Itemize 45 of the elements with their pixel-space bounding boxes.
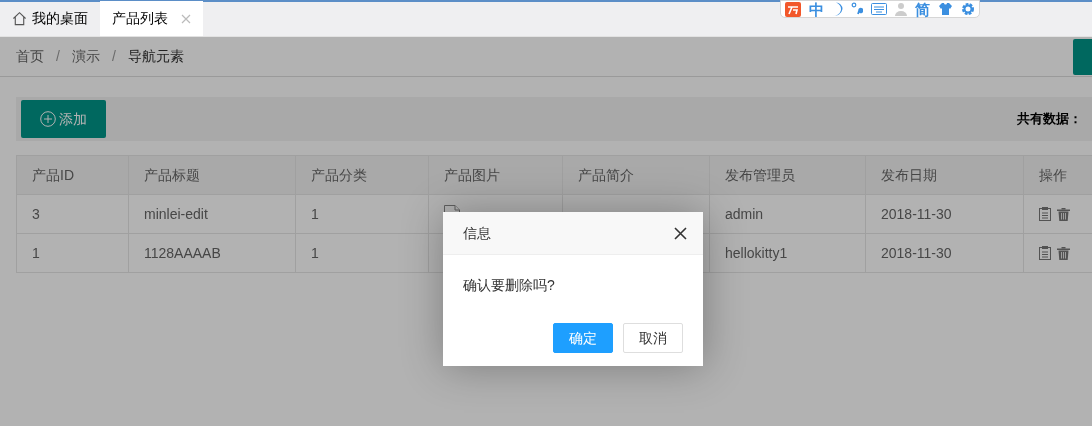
column-header: 产品分类 [295,155,429,195]
dialog-title: 信息 [463,223,491,243]
cancel-button[interactable]: 取消 [623,323,683,353]
column-header: 发布日期 [865,155,1024,195]
table-cell: 2018-11-30 [865,194,1024,234]
settings-icon[interactable] [961,2,975,16]
clipboard-icon[interactable] [1039,246,1051,260]
app-logo-icon[interactable] [785,1,801,17]
keyboard-icon[interactable] [871,3,887,15]
breadcrumb-link[interactable]: 演示 [71,46,100,67]
shirt-icon[interactable] [938,2,953,16]
table-cell: admin [709,194,866,234]
punctuation-icon[interactable] [851,2,863,16]
column-header: 发布管理员 [709,155,866,195]
home-icon [12,11,27,26]
script-toggle[interactable]: 简 [915,1,930,17]
table-cell: 3 [16,194,129,234]
breadcrumb-separator: / [111,47,116,66]
dialog-message: 确认要删除吗? [463,277,555,293]
corner-button[interactable] [1073,38,1092,75]
table-cell: 1128AAAAB [128,233,296,273]
column-header: 产品ID [16,155,129,195]
trash-icon[interactable] [1057,207,1070,221]
table-cell: 1 [295,194,429,234]
confirm-button[interactable]: 确定 [553,323,613,353]
breadcrumb-separator: / [56,47,60,66]
breadcrumb-link[interactable]: 首页 [16,46,44,67]
close-icon[interactable] [674,226,687,240]
add-button[interactable]: 添加 [21,100,106,138]
input-mode-toggle[interactable]: 中 [809,1,824,17]
plus-circle-icon [40,111,56,127]
tab[interactable]: 我的桌面 [0,1,100,36]
table-cell: 2018-11-30 [865,233,1024,273]
table-cell: 1 [295,233,429,273]
table-cell: 1 [16,233,129,273]
tab[interactable]: 产品列表 [100,1,203,36]
column-header: 产品图片 [428,155,563,195]
table-cell: minlei-edit [128,194,296,234]
clipboard-icon[interactable] [1039,207,1051,221]
column-header: 产品标题 [128,155,296,195]
column-header: 产品简介 [562,155,710,195]
total-count-label: 共有数据： [1017,110,1082,129]
column-header: 操作 [1023,155,1092,195]
table-cell: hellokitty1 [709,233,866,273]
trash-icon[interactable] [1057,246,1070,260]
